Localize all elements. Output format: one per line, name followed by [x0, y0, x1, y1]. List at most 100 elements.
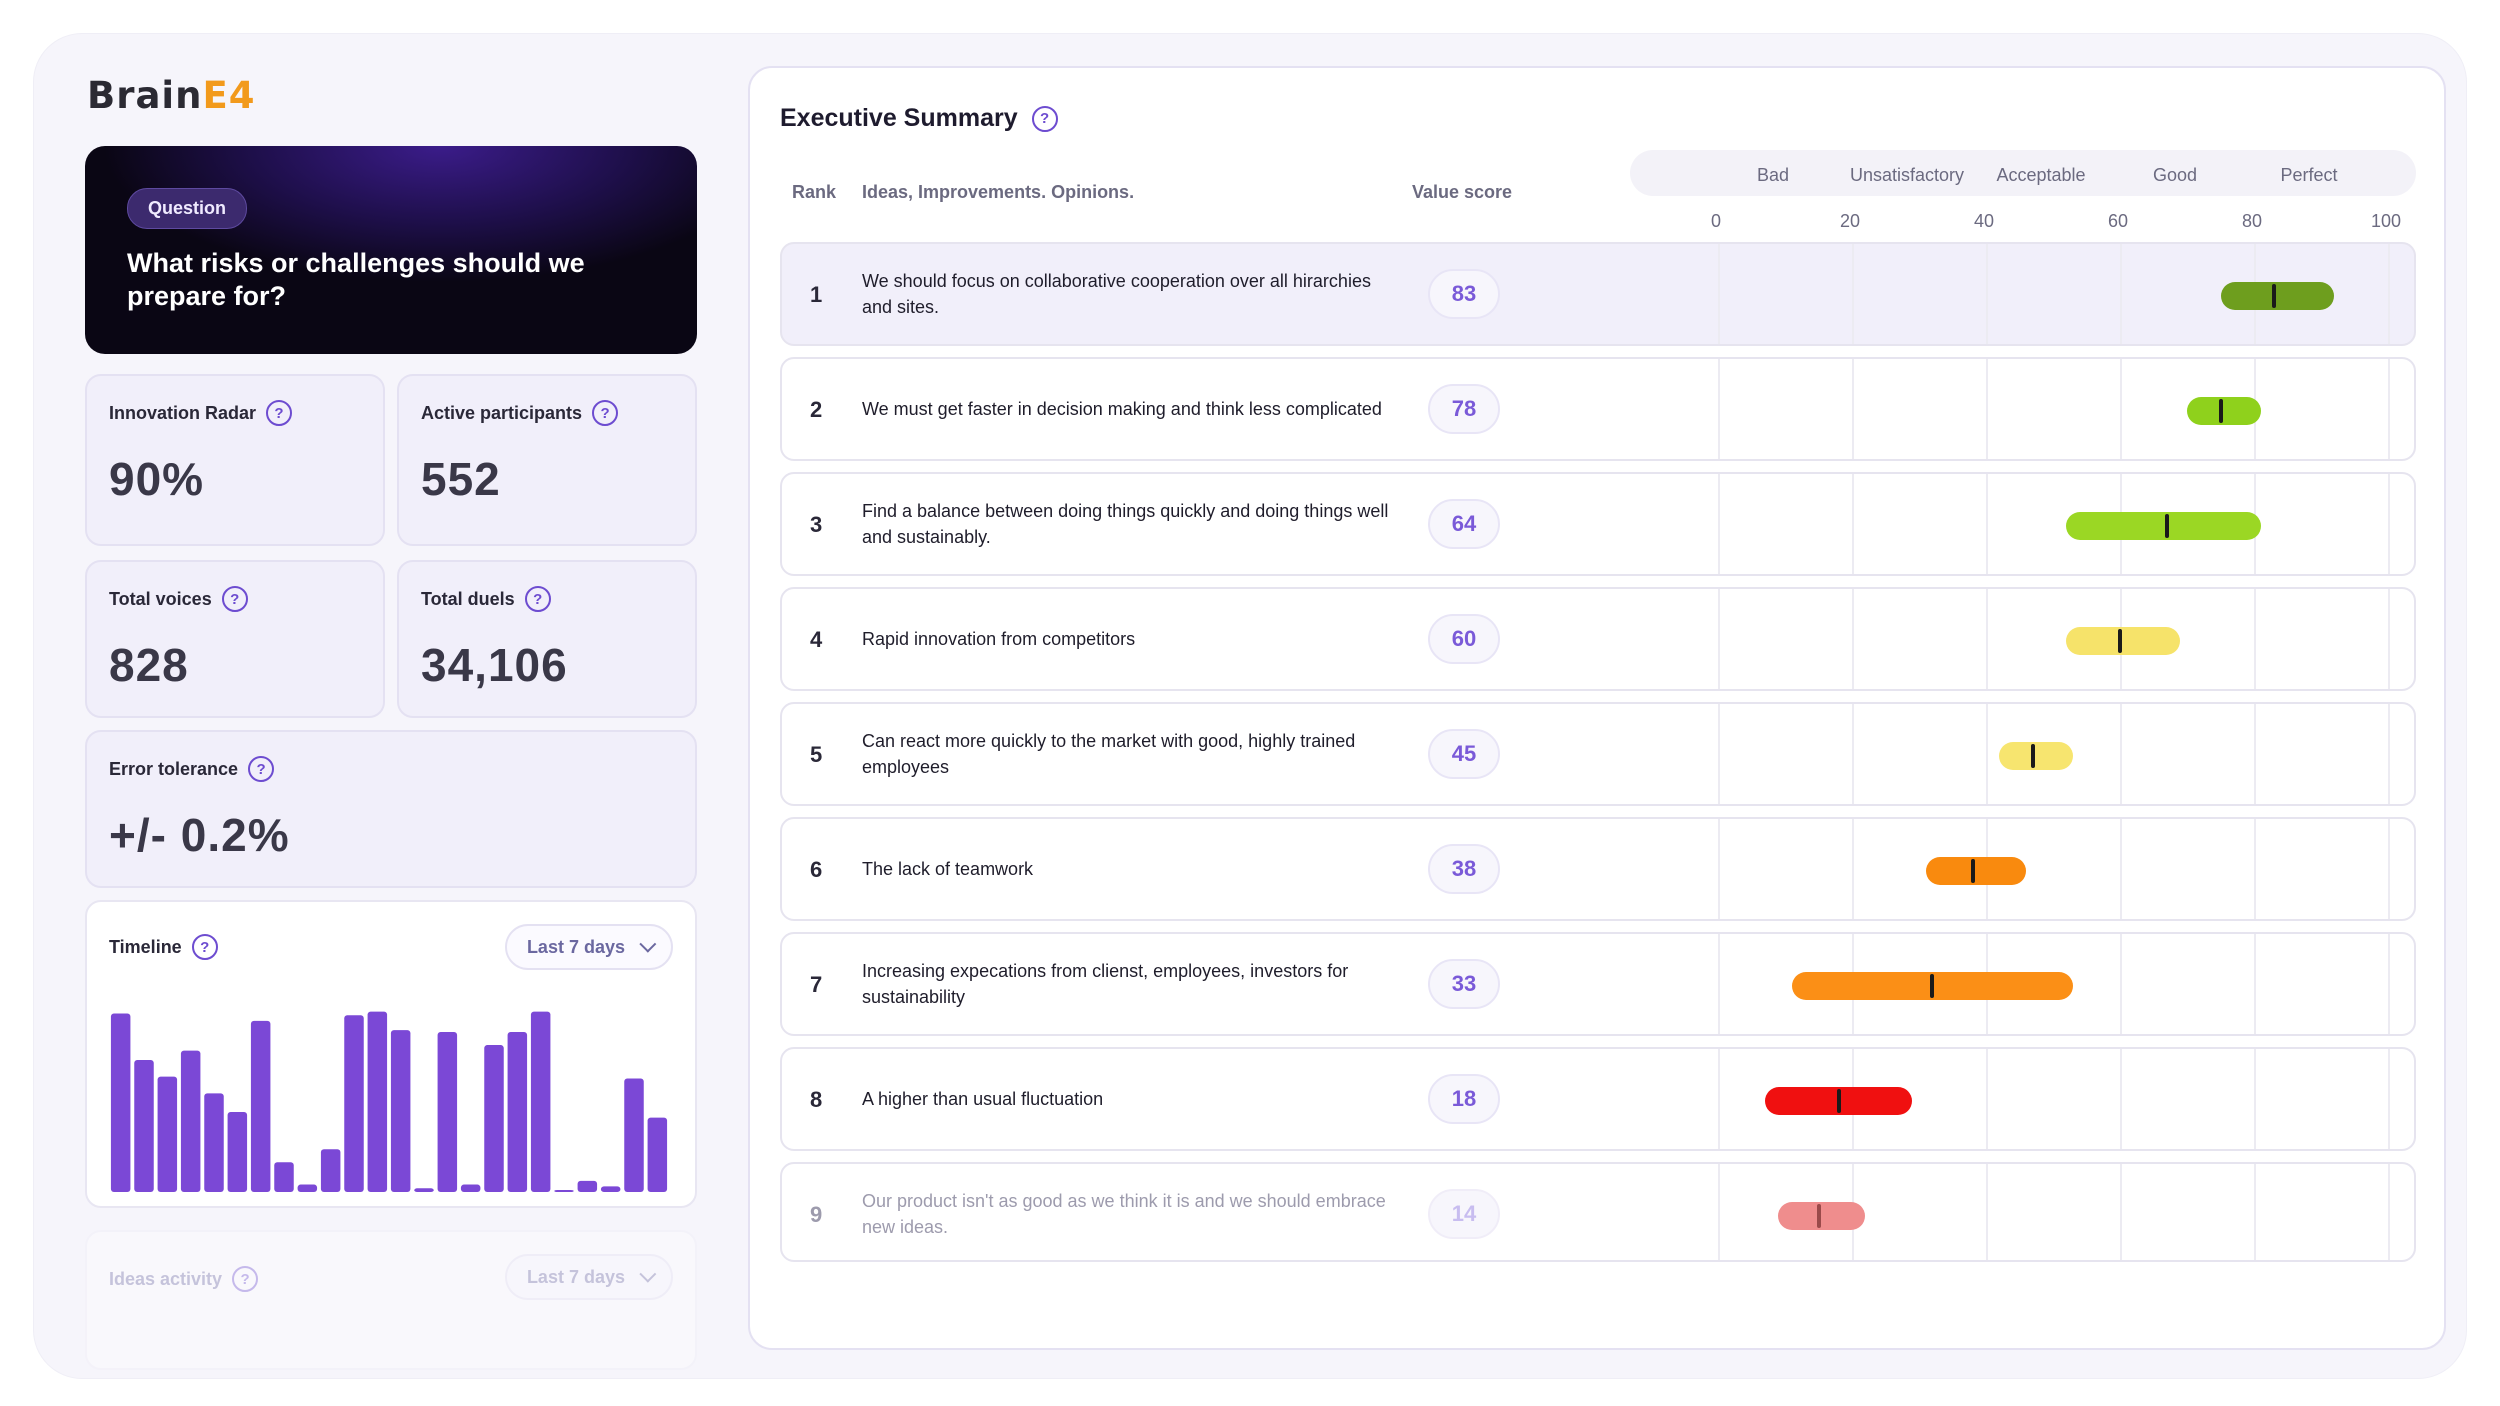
value-score-badge: 83 [1428, 269, 1500, 319]
help-icon[interactable]: ? [248, 756, 275, 782]
summary-row[interactable]: 5 Can react more quickly to the market wi… [780, 702, 2416, 806]
brand-logo: BrainE4 [87, 74, 256, 117]
confidence-range-bar [2220, 282, 2335, 310]
grid-line [2388, 819, 2390, 919]
summary-row[interactable]: 7 Increasing expecations from clienst, em… [780, 932, 2416, 1036]
grid-line [1852, 359, 1854, 459]
stat-label: Total voices [109, 588, 212, 609]
timeline-bar [227, 1112, 248, 1192]
timeline-bar [437, 1032, 458, 1192]
summary-row[interactable]: 2 We must get faster in decision making a… [780, 357, 2416, 461]
timeline-bar [554, 1190, 574, 1192]
scale-tick-label: 0 [1710, 211, 1722, 231]
grid-line [2388, 474, 2390, 574]
confidence-range-bar [1925, 857, 2027, 885]
summary-row[interactable]: 8 A higher than usual fluctuation 18 [780, 1047, 2416, 1151]
stat-value: 34,106 [421, 639, 568, 691]
grid-line [1986, 589, 1988, 689]
help-icon[interactable]: ? [524, 586, 551, 612]
help-icon[interactable]: ? [592, 400, 619, 426]
stat-card-active-participants: Active participants? 552 [397, 374, 697, 546]
column-header-ideas: Ideas, Improvements. Opinions. [862, 182, 1135, 202]
scale-category-label: Perfect [2280, 165, 2338, 185]
score-marker [2164, 514, 2169, 538]
timeline-range-dropdown[interactable]: Last 7 days [504, 924, 673, 970]
summary-row[interactable]: 3 Find a balance between doing things qui… [780, 472, 2416, 576]
timeline-bar [134, 1059, 154, 1192]
timeline-bar [507, 1032, 528, 1192]
stat-card-total-duels: Total duels? 34,106 [397, 560, 697, 718]
score-marker [2272, 284, 2277, 308]
summary-row[interactable]: 6 The lack of teamwork 38 [780, 817, 2416, 921]
column-header-score: Value score [1412, 182, 1513, 202]
row-rank: 9 [810, 1202, 823, 1227]
grid-line [2120, 1049, 2122, 1149]
grid-line [1718, 1164, 1720, 1260]
chevron-down-icon [639, 935, 657, 953]
confidence-range-bar [1999, 742, 2074, 770]
scale-tick-label: 100 [2370, 211, 2402, 231]
summary-row[interactable]: 9 Our product isn't as good as we think i… [780, 1162, 2416, 1262]
grid-line [1852, 589, 1854, 689]
help-icon[interactable]: ? [221, 586, 248, 612]
help-icon[interactable]: ? [266, 400, 293, 426]
row-rank: 5 [810, 742, 823, 767]
grid-line [1718, 244, 1720, 344]
stat-value: 828 [109, 639, 189, 691]
value-score-badge: 18 [1428, 1074, 1500, 1124]
help-icon[interactable]: ? [232, 1266, 259, 1292]
timeline-bar [274, 1162, 294, 1192]
scale-category-label: Unsatisfactory [1849, 165, 1965, 185]
timeline-bar [624, 1078, 644, 1192]
timeline-bar [600, 1186, 621, 1192]
stat-label: Error tolerance [109, 758, 239, 779]
timeline-bar [297, 1184, 318, 1192]
timeline-bar [344, 1015, 364, 1192]
value-score-badge: 14 [1428, 1189, 1500, 1239]
grid-line [1986, 1049, 1988, 1149]
dropdown-value: Last 7 days [526, 1266, 625, 1287]
timeline-bar [250, 1020, 271, 1192]
question-text: What risks or challenges should we prepa… [127, 248, 585, 311]
timeline-bar [320, 1149, 341, 1192]
stat-value: 552 [421, 453, 501, 505]
score-marker [2030, 744, 2035, 768]
row-idea-text: Can react more quickly to the market wit… [862, 731, 1356, 777]
grid-line [1852, 704, 1854, 804]
row-idea-text: Find a balance between doing things quic… [862, 501, 1389, 547]
summary-row[interactable]: 4 Rapid innovation from competitors 60 [780, 587, 2416, 691]
scale-tick-label: 20 [1839, 211, 1861, 231]
help-icon[interactable]: ? [191, 934, 218, 960]
grid-line [2254, 819, 2256, 919]
timeline-card: Timeline? Last 7 days [85, 900, 697, 1208]
row-rank: 4 [810, 627, 823, 652]
summary-row[interactable]: 1 We should focus on collaborative cooper… [780, 242, 2416, 346]
row-rank: 1 [810, 282, 823, 307]
grid-line [2120, 704, 2122, 804]
row-rank: 3 [810, 512, 823, 537]
timeline-bar [484, 1045, 504, 1192]
value-score-badge: 33 [1428, 959, 1500, 1009]
timeline-bar [390, 1030, 411, 1192]
value-score-badge: 38 [1428, 844, 1500, 894]
ideas-activity-range-dropdown[interactable]: Last 7 days [504, 1254, 673, 1300]
row-idea-text: The lack of teamwork [862, 859, 1034, 879]
timeline-bar [530, 1011, 551, 1192]
value-score-badge: 64 [1428, 499, 1500, 549]
timeline-label: Timeline [109, 936, 182, 957]
panel-title: Executive Summary [780, 104, 1018, 132]
grid-line [1718, 819, 1720, 919]
grid-line [2120, 359, 2122, 459]
stat-value: 90% [109, 453, 205, 505]
help-icon[interactable]: ? [1031, 105, 1058, 132]
question-badge: Question [127, 188, 248, 229]
timeline-bar [180, 1050, 201, 1192]
row-idea-text: We should focus on collaborative coopera… [862, 271, 1371, 317]
confidence-range-bar [1778, 1202, 1866, 1230]
value-score-badge: 78 [1428, 384, 1500, 434]
grid-line [2388, 359, 2390, 459]
scale-tick-label: 40 [1973, 211, 1995, 231]
stat-card-innovation-radar: Innovation Radar? 90% [85, 374, 385, 546]
grid-line [2254, 934, 2256, 1034]
grid-line [2388, 704, 2390, 804]
